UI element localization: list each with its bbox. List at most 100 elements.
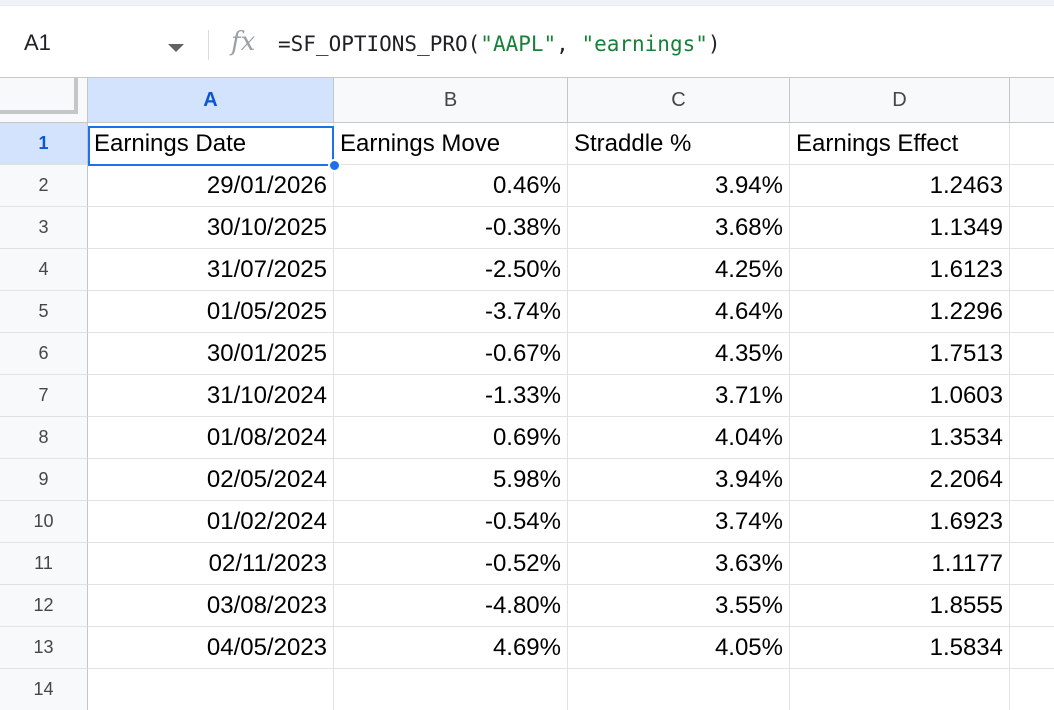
cell-a13[interactable]: 04/05/2023: [88, 627, 334, 669]
column-header-c[interactable]: C: [568, 78, 790, 123]
cell-c3[interactable]: 3.68%: [568, 207, 790, 249]
cell-e13[interactable]: [1010, 627, 1054, 669]
cell-b1[interactable]: Earnings Move: [334, 123, 568, 165]
formula-bar: A1 fx =SF_OPTIONS_PRO("AAPL", "earnings"…: [0, 6, 1054, 78]
cell-a10[interactable]: 01/02/2024: [88, 501, 334, 543]
cell-e10[interactable]: [1010, 501, 1054, 543]
cell-e3[interactable]: [1010, 207, 1054, 249]
row-header-8[interactable]: 8: [0, 417, 88, 459]
cell-a12[interactable]: 03/08/2023: [88, 585, 334, 627]
row-header-3[interactable]: 3: [0, 207, 88, 249]
cell-d9[interactable]: 2.2064: [790, 459, 1010, 501]
row-header-11[interactable]: 11: [0, 543, 88, 585]
cell-c14[interactable]: [568, 669, 790, 710]
column-header-b[interactable]: B: [334, 78, 568, 123]
cell-b12[interactable]: -4.80%: [334, 585, 568, 627]
cell-d10[interactable]: 1.6923: [790, 501, 1010, 543]
row-header-12[interactable]: 12: [0, 585, 88, 627]
cell-e9[interactable]: [1010, 459, 1054, 501]
formula-arg-type: "earnings": [581, 32, 708, 56]
cell-c2[interactable]: 3.94%: [568, 165, 790, 207]
cell-d5[interactable]: 1.2296: [790, 291, 1010, 333]
cell-e1[interactable]: [1010, 123, 1054, 165]
formula-suffix: ): [707, 32, 721, 56]
cell-e12[interactable]: [1010, 585, 1054, 627]
cell-d2[interactable]: 1.2463: [790, 165, 1010, 207]
cell-a6[interactable]: 30/01/2025: [88, 333, 334, 375]
row-header-9[interactable]: 9: [0, 459, 88, 501]
cell-d7[interactable]: 1.0603: [790, 375, 1010, 417]
row-header-13[interactable]: 13: [0, 627, 88, 669]
cell-d12[interactable]: 1.8555: [790, 585, 1010, 627]
select-all-corner[interactable]: [0, 78, 88, 123]
cell-b2[interactable]: 0.46%: [334, 165, 568, 207]
fill-handle[interactable]: [328, 159, 341, 172]
cell-e14[interactable]: [1010, 669, 1054, 710]
cell-b13[interactable]: 4.69%: [334, 627, 568, 669]
cell-c11[interactable]: 3.63%: [568, 543, 790, 585]
cell-b14[interactable]: [334, 669, 568, 710]
cell-b10[interactable]: -0.54%: [334, 501, 568, 543]
row-header-10[interactable]: 10: [0, 501, 88, 543]
cell-c12[interactable]: 3.55%: [568, 585, 790, 627]
column-header-d[interactable]: D: [790, 78, 1010, 123]
cell-c4[interactable]: 4.25%: [568, 249, 790, 291]
cell-a9[interactable]: 02/05/2024: [88, 459, 334, 501]
row-header-14[interactable]: 14: [0, 669, 88, 710]
cell-e4[interactable]: [1010, 249, 1054, 291]
cell-d13[interactable]: 1.5834: [790, 627, 1010, 669]
cell-e2[interactable]: [1010, 165, 1054, 207]
cell-c7[interactable]: 3.71%: [568, 375, 790, 417]
cell-e5[interactable]: [1010, 291, 1054, 333]
formula-prefix: =SF_OPTIONS_PRO(: [278, 32, 481, 56]
cell-b5[interactable]: -3.74%: [334, 291, 568, 333]
cell-b11[interactable]: -0.52%: [334, 543, 568, 585]
formula-input[interactable]: =SF_OPTIONS_PRO("AAPL", "earnings"): [278, 32, 721, 56]
cell-c1[interactable]: Straddle %: [568, 123, 790, 165]
row-header-4[interactable]: 4: [0, 249, 88, 291]
cell-d8[interactable]: 1.3534: [790, 417, 1010, 459]
cell-b3[interactable]: -0.38%: [334, 207, 568, 249]
cell-a3[interactable]: 30/10/2025: [88, 207, 334, 249]
spreadsheet-app: A1 fx =SF_OPTIONS_PRO("AAPL", "earnings"…: [0, 0, 1054, 710]
cell-a11[interactable]: 02/11/2023: [88, 543, 334, 585]
cell-c5[interactable]: 4.64%: [568, 291, 790, 333]
cell-d4[interactable]: 1.6123: [790, 249, 1010, 291]
cell-c8[interactable]: 4.04%: [568, 417, 790, 459]
chevron-down-icon[interactable]: [168, 44, 184, 52]
cell-b4[interactable]: -2.50%: [334, 249, 568, 291]
cell-d3[interactable]: 1.1349: [790, 207, 1010, 249]
cell-e6[interactable]: [1010, 333, 1054, 375]
column-header-a[interactable]: A: [88, 78, 334, 123]
row-header-6[interactable]: 6: [0, 333, 88, 375]
cell-b9[interactable]: 5.98%: [334, 459, 568, 501]
row-header-1[interactable]: 1: [0, 123, 88, 165]
cell-e7[interactable]: [1010, 375, 1054, 417]
cell-c13[interactable]: 4.05%: [568, 627, 790, 669]
row-header-5[interactable]: 5: [0, 291, 88, 333]
column-header-e[interactable]: [1010, 78, 1054, 123]
cell-d14[interactable]: [790, 669, 1010, 710]
cell-a14[interactable]: [88, 669, 334, 710]
cell-a5[interactable]: 01/05/2025: [88, 291, 334, 333]
cell-b7[interactable]: -1.33%: [334, 375, 568, 417]
cell-c10[interactable]: 3.74%: [568, 501, 790, 543]
cell-e8[interactable]: [1010, 417, 1054, 459]
cell-d6[interactable]: 1.7513: [790, 333, 1010, 375]
cell-d11[interactable]: 1.1177: [790, 543, 1010, 585]
cell-a2[interactable]: 29/01/2026: [88, 165, 334, 207]
row-header-7[interactable]: 7: [0, 375, 88, 417]
cell-d1[interactable]: Earnings Effect: [790, 123, 1010, 165]
cell-b6[interactable]: -0.67%: [334, 333, 568, 375]
cell-a1[interactable]: Earnings Date: [88, 123, 334, 165]
cell-e11[interactable]: [1010, 543, 1054, 585]
name-box[interactable]: A1: [24, 30, 51, 56]
cell-a7[interactable]: 31/10/2024: [88, 375, 334, 417]
cell-c6[interactable]: 4.35%: [568, 333, 790, 375]
formula-bar-divider: [208, 30, 209, 60]
cell-a4[interactable]: 31/07/2025: [88, 249, 334, 291]
cell-a8[interactable]: 01/08/2024: [88, 417, 334, 459]
cell-c9[interactable]: 3.94%: [568, 459, 790, 501]
row-header-2[interactable]: 2: [0, 165, 88, 207]
cell-b8[interactable]: 0.69%: [334, 417, 568, 459]
